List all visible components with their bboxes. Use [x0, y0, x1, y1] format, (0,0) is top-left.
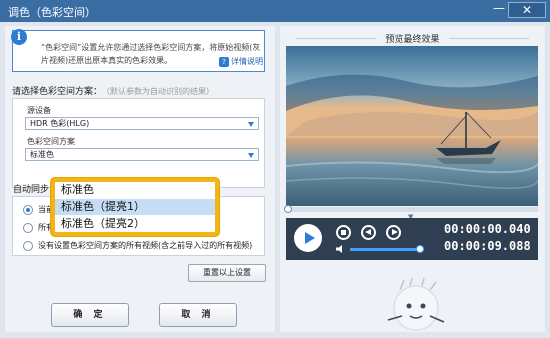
playback-progress[interactable] — [284, 205, 538, 213]
reset-button[interactable]: 重置以上设置 — [188, 264, 266, 282]
detail-link[interactable]: ? 详情说明 — [219, 56, 263, 67]
source-device-select[interactable]: HDR 色彩(HLG) — [25, 117, 259, 130]
progress-knob[interactable] — [284, 205, 292, 213]
radio-icon — [23, 222, 33, 233]
cancel-button[interactable]: 取 消 — [159, 303, 237, 327]
dropdown-option[interactable]: 标准色 — [55, 182, 215, 198]
scheme-hint: （默认参数为自动识别的结果） — [106, 87, 215, 96]
play-button[interactable] — [294, 224, 322, 252]
video-preview — [286, 46, 538, 206]
dropdown-option[interactable]: 标准色（提亮2） — [55, 216, 215, 232]
volume-fill — [350, 248, 421, 251]
mascot-illustration — [387, 277, 445, 331]
colorspace-select[interactable]: 标准色 — [25, 148, 259, 161]
info-icon: i — [11, 29, 27, 45]
current-time: 00:00:00.040 — [444, 222, 531, 236]
chevron-down-icon — [248, 122, 254, 127]
sync-option-label: 没有设置色彩空间方案的所有视频(含之前导入过的所有视频) — [38, 241, 253, 250]
preview-title: 预览最终效果 — [280, 32, 545, 45]
colorspace-dropdown: 标准色 标准色（提亮1） 标准色（提亮2） — [51, 178, 219, 236]
radio-icon — [23, 204, 33, 215]
title-bar: 调色（色彩空间） — ✕ — [0, 0, 550, 22]
preview-panel: 预览最终效果 ▼ 00:00:00.040 00:00:09.088 — [280, 26, 545, 332]
volume-knob[interactable] — [416, 245, 425, 253]
volume-icon[interactable] — [336, 245, 346, 253]
radio-icon — [23, 240, 33, 251]
ok-button[interactable]: 确 定 — [51, 303, 129, 327]
next-frame-button[interactable] — [386, 225, 401, 240]
detail-link-label: 详情说明 — [231, 57, 263, 66]
sync-option-unset[interactable]: 没有设置色彩空间方案的所有视频(含之前导入过的所有视频) — [23, 240, 252, 251]
sync-label: 自动同步 — [13, 185, 50, 195]
minimize-button[interactable]: — — [490, 2, 508, 17]
window-title: 调色（色彩空间） — [8, 6, 96, 19]
colorspace-value: 标准色 — [30, 150, 54, 159]
dropdown-option[interactable]: 标准色（提亮1） — [55, 199, 215, 215]
player-controls: 00:00:00.040 00:00:09.088 — [286, 218, 538, 260]
prev-frame-button[interactable] — [361, 225, 376, 240]
source-device-value: HDR 色彩(HLG) — [30, 119, 90, 128]
close-button[interactable]: ✕ — [508, 2, 546, 18]
source-device-label: 源设备 — [27, 106, 51, 115]
boat-scene-image — [286, 46, 538, 206]
colorspace-label: 色彩空间方案 — [27, 137, 75, 146]
info-box: i “色彩空间”设置允许您通过选择色彩空间方案，将原始视频(灰片视频)还原出原本… — [11, 29, 265, 72]
stop-button[interactable] — [336, 225, 351, 240]
help-icon: ? — [219, 57, 229, 67]
scheme-section-label: 请选择色彩空间方案： （默认参数为自动识别的结果） — [12, 84, 214, 97]
volume-slider[interactable] — [350, 245, 425, 253]
scheme-label: 请选择色彩空间方案： — [12, 87, 103, 97]
scheme-group: 源设备 HDR 色彩(HLG) 色彩空间方案 标准色 — [12, 98, 265, 188]
total-time: 00:00:09.088 — [444, 239, 531, 253]
chevron-down-icon — [248, 153, 254, 158]
